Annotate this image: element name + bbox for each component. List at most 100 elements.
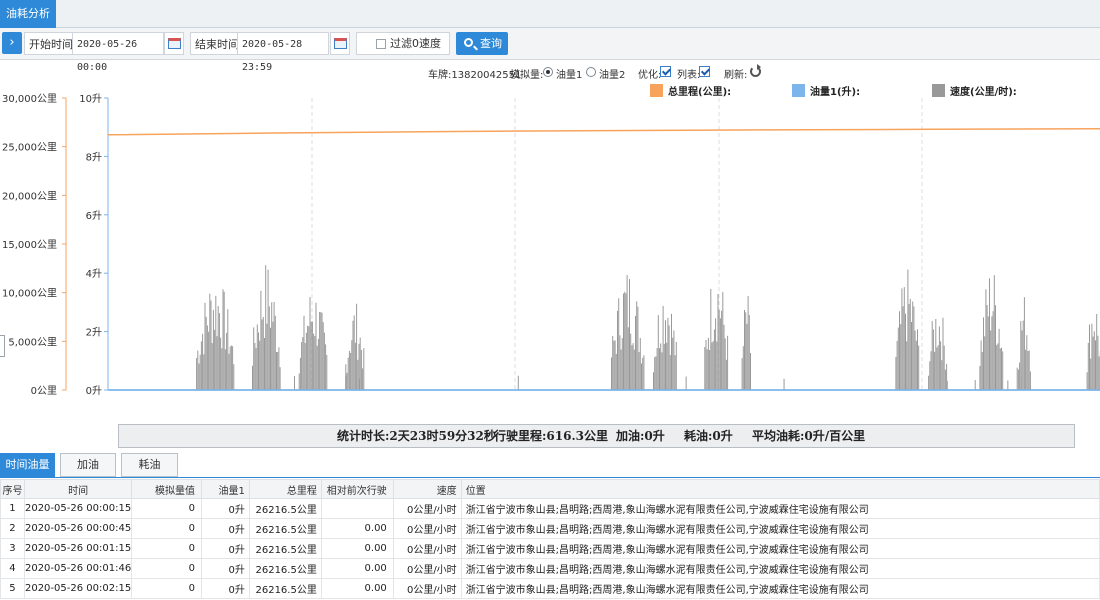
refresh-icon[interactable]: [750, 64, 761, 77]
calendar-icon: [334, 38, 347, 49]
col-header-speed[interactable]: 速度: [392, 479, 462, 499]
cell-relative: 0.00: [320, 538, 394, 559]
y-tick-label-mileage: 25,000公里: [2, 142, 57, 154]
cell-location: 浙江省宁波市象山县;昌明路;西周港,象山海螺水泥有限责任公司,宁波威霖住宅设施有…: [460, 498, 1100, 519]
col-header-oil1[interactable]: 油量1: [201, 479, 250, 499]
col-header-relative[interactable]: 相对前次行驶: [320, 479, 394, 499]
cell-speed: 0公里/小时: [392, 558, 462, 579]
cell-time: 2020-05-26 00:00:45: [23, 518, 133, 539]
y-tick-label-mileage: 5,000公里: [8, 336, 57, 348]
tab-consume[interactable]: 耗油: [121, 453, 178, 477]
cell-oil1: 0升: [201, 538, 250, 559]
cell-time: 2020-05-26 00:00:15: [23, 498, 133, 519]
table-row[interactable]: 1 2020-05-26 00:00:15 0 0升 26216.5公里 0公里…: [0, 498, 1100, 519]
cell-speed: 0公里/小时: [392, 498, 462, 519]
cell-location: 浙江省宁波市象山县;昌明路;西周港,象山海螺水泥有限责任公司,宁波威霖住宅设施有…: [460, 578, 1100, 599]
cell-mileage: 26216.5公里: [248, 518, 322, 539]
start-time-label: 开始时间: [24, 32, 78, 55]
col-header-location[interactable]: 位置: [460, 479, 1100, 499]
cell-location: 浙江省宁波市象山县;昌明路;西周港,象山海螺水泥有限责任公司,宁波威霖住宅设施有…: [460, 538, 1100, 559]
y-tick-label-mileage: 0公里: [31, 385, 57, 397]
cell-index: 4: [0, 558, 25, 579]
table-row[interactable]: 3 2020-05-26 00:01:15 0 0升 26216.5公里 0.0…: [0, 538, 1100, 559]
cell-mileage: 26216.5公里: [248, 538, 322, 559]
legend-swatch: [792, 84, 805, 97]
cell-relative: [320, 498, 394, 519]
y-tick-label-fuel: 6升: [86, 210, 102, 222]
cell-oil1: 0升: [201, 558, 250, 579]
cell-index: 3: [0, 538, 25, 559]
tab-time-fuel[interactable]: 时间油量: [0, 453, 55, 477]
legend-label: 速度(公里/时):: [950, 85, 1017, 98]
oil1-label: 油量1: [556, 70, 583, 81]
fuel-chart: 30,000公里 25,000公里 20,000公里 15,000公里 10,000公里…: [2, 84, 1100, 397]
tab-fuel-analysis[interactable]: 油耗分析: [0, 0, 56, 28]
cell-sim: 0: [131, 518, 203, 539]
stat-consume: 耗油:0升: [684, 429, 733, 443]
table-row[interactable]: 2 2020-05-26 00:00:45 0 0升 26216.5公里 0.0…: [0, 518, 1100, 539]
filter-zero-speed-checkbox[interactable]: [376, 39, 386, 49]
legend-label: 油量1(升):: [810, 85, 860, 98]
cell-mileage: 26216.5公里: [248, 558, 322, 579]
y-tick-label-fuel: 4升: [86, 268, 102, 280]
stat-refuel: 加油:0升: [616, 429, 665, 443]
y-tick-label-mileage: 10,000公里: [2, 288, 57, 300]
tab-refuel[interactable]: 加油: [60, 453, 116, 477]
cell-sim: 0: [131, 558, 203, 579]
refresh-label: 刷新:: [724, 70, 748, 81]
sim-label: 模拟量:: [510, 70, 544, 81]
table-header-row: 序号 时间 模拟量值 油量1 总里程 相对前次行驶 速度 位置: [0, 479, 1100, 499]
cell-relative: 0.00: [320, 578, 394, 599]
chart-options-row: 车牌:13820042551 模拟量: 油量1 油量2 优化: 列表: 刷新:: [0, 62, 1100, 82]
cell-relative: 0.00: [320, 558, 394, 579]
filter-zero-speed[interactable]: 过滤0速度: [356, 32, 450, 55]
legend-label: 总里程(公里):: [668, 85, 731, 98]
y-tick-label-fuel: 10升: [79, 93, 102, 105]
cell-speed: 0公里/小时: [392, 578, 462, 599]
cell-relative: 0.00: [320, 518, 394, 539]
y-tick-label-mileage: 30,000公里: [2, 93, 57, 105]
y-tick-label-fuel: 2升: [86, 327, 102, 339]
stat-mileage: 行驶里程:616.3公里: [494, 429, 609, 443]
cell-mileage: 26216.5公里: [248, 578, 322, 599]
table-row[interactable]: 5 2020-05-26 00:02:15 0 0升 26216.5公里 0.0…: [0, 578, 1100, 599]
col-header-index[interactable]: 序号: [0, 479, 25, 499]
side-collapse-handle[interactable]: [0, 335, 5, 357]
query-button[interactable]: 查询: [456, 32, 508, 55]
stat-average: 平均油耗:0升/百公里: [752, 429, 866, 443]
query-toolbar: › 开始时间 2020-05-26 00:00 结束时间 2020-05-28 …: [0, 28, 1100, 73]
col-header-sim[interactable]: 模拟量值: [131, 479, 203, 499]
list-checkbox[interactable]: [699, 66, 710, 77]
calendar-icon: [168, 38, 181, 49]
end-calendar-button[interactable]: [330, 32, 350, 55]
cell-time: 2020-05-26 00:02:15: [23, 578, 133, 599]
start-calendar-button[interactable]: [164, 32, 184, 55]
end-time-label: 结束时间: [190, 32, 244, 55]
stat-duration: 统计时长:2天23时59分32秒: [337, 429, 496, 443]
start-time-input[interactable]: 2020-05-26 00:00: [72, 32, 164, 73]
cell-time: 2020-05-26 00:01:15: [23, 538, 133, 559]
col-header-mileage[interactable]: 总里程: [248, 479, 322, 499]
chevron-right-icon[interactable]: ›: [2, 32, 22, 54]
end-time-input[interactable]: 2020-05-28 23:59: [237, 32, 329, 73]
top-tab-bar: 油耗分析: [0, 0, 1100, 28]
legend-swatch: [932, 84, 945, 97]
tab-divider: [0, 477, 1100, 478]
cell-speed: 0公里/小时: [392, 518, 462, 539]
filter-zero-speed-label: 过滤0速度: [390, 37, 441, 50]
oil2-radio[interactable]: [586, 67, 596, 77]
cell-location: 浙江省宁波市象山县;昌明路;西周港,象山海螺水泥有限责任公司,宁波威霖住宅设施有…: [460, 518, 1100, 539]
y-tick-label-mileage: 15,000公里: [2, 239, 57, 251]
cell-index: 1: [0, 498, 25, 519]
plate-number: 车牌:13820042551: [428, 70, 522, 81]
oil1-radio[interactable]: [543, 67, 553, 77]
y-tick-label-mileage: 20,000公里: [2, 190, 57, 202]
cell-sim: 0: [131, 538, 203, 559]
list-label: 列表:: [677, 70, 701, 81]
col-header-time[interactable]: 时间: [23, 479, 133, 499]
cell-sim: 0: [131, 498, 203, 519]
cell-location: 浙江省宁波市象山县;昌明路;西周港,象山海螺水泥有限责任公司,宁波威霖住宅设施有…: [460, 558, 1100, 579]
optimize-checkbox[interactable]: [660, 66, 671, 77]
optimize-label: 优化:: [638, 70, 662, 81]
table-row[interactable]: 4 2020-05-26 00:01:46 0 0升 26216.5公里 0.0…: [0, 558, 1100, 579]
